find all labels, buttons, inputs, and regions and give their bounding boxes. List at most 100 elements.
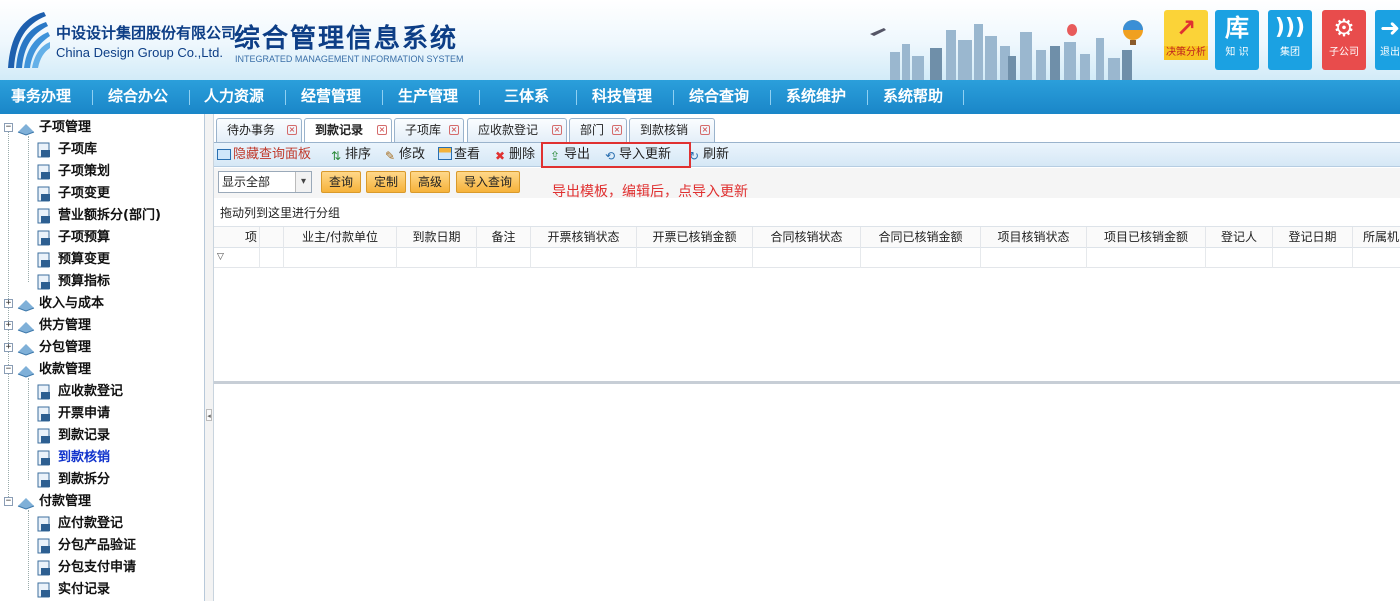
collapse-toggle-icon[interactable]: −	[4, 365, 13, 374]
column-header-project-status[interactable]: 项目核销状态	[981, 227, 1087, 249]
hide-query-panel-button[interactable]: 隐藏查询面板	[217, 143, 311, 167]
library-icon: 库	[1225, 14, 1249, 42]
tab-subitem-lib[interactable]: 子项库 ×	[394, 118, 464, 142]
filter-cell[interactable]	[260, 248, 284, 268]
expand-toggle-icon[interactable]: +	[4, 343, 13, 352]
tree-group-subcontract[interactable]: + 分包管理	[0, 337, 204, 359]
column-header-registrant[interactable]: 登记人	[1206, 227, 1273, 249]
filter-cell[interactable]	[1273, 248, 1353, 268]
edit-button[interactable]: ✎ 修改	[383, 143, 425, 167]
nav-office[interactable]: 综合办公	[108, 80, 168, 114]
column-header-contract-status[interactable]: 合同核销状态	[753, 227, 861, 249]
shortcut-decision-analysis[interactable]: ↗ 决策分析	[1164, 10, 1208, 70]
collapse-toggle-icon[interactable]: −	[4, 123, 13, 132]
column-header-remark[interactable]: 备注	[477, 227, 531, 249]
nav-query[interactable]: 综合查询	[689, 80, 749, 114]
nav-affairs[interactable]: 事务办理	[11, 80, 71, 114]
filter-cell[interactable]	[397, 248, 477, 268]
column-header-payer[interactable]: 业主/付款单位	[284, 227, 397, 249]
refresh-button[interactable]: ↻ 刷新	[687, 143, 729, 167]
close-icon[interactable]: ×	[612, 125, 622, 135]
filter-cell[interactable]	[981, 248, 1087, 268]
close-icon[interactable]: ×	[377, 125, 387, 135]
advanced-button[interactable]: 高级	[410, 171, 451, 193]
nav-business[interactable]: 经营管理	[301, 80, 361, 114]
column-header-item[interactable]: 项	[214, 227, 260, 249]
sort-button[interactable]: ⇅ 排序	[329, 143, 371, 167]
filter-cell[interactable]	[753, 248, 861, 268]
close-icon[interactable]: ×	[700, 125, 710, 135]
delete-button[interactable]: ✖ 删除	[493, 143, 535, 167]
tree-group-payables[interactable]: − 付款管理	[0, 491, 204, 513]
tab-todo[interactable]: 待办事务 ×	[216, 118, 302, 142]
grid-horizontal-scrollbar[interactable]	[214, 381, 1400, 384]
filter-select[interactable]: 显示全部 ▾	[218, 171, 312, 193]
tree-group-income-cost[interactable]: + 收入与成本	[0, 293, 204, 315]
tree-group-receivables[interactable]: − 收款管理	[0, 359, 204, 381]
tab-department[interactable]: 部门 ×	[569, 118, 627, 142]
tree-item-subcontract-payment[interactable]: 分包支付申请	[0, 557, 204, 579]
shortcut-group[interactable]: ))) 集团	[1268, 10, 1312, 70]
tree-item-subitem-change[interactable]: 子项变更	[0, 183, 204, 205]
nav-system-maintenance[interactable]: 系统维护	[786, 80, 846, 114]
sidebar-splitter[interactable]: ◂	[205, 114, 214, 601]
shortcut-knowledge[interactable]: 库 知 识	[1215, 10, 1259, 70]
column-header-invoice-status[interactable]: 开票核销状态	[531, 227, 637, 249]
highlight-annotation-box	[541, 142, 691, 168]
filter-cell[interactable]	[1087, 248, 1206, 268]
nav-hr[interactable]: 人力资源	[204, 80, 264, 114]
nav-technology[interactable]: 科技管理	[592, 80, 652, 114]
header: 中设设计集团股份有限公司 China Design Group Co.,Ltd.…	[0, 0, 1400, 80]
column-header-project-amount[interactable]: 项目已核销金额	[1087, 227, 1206, 249]
column-header-organization[interactable]: 所属机	[1353, 227, 1400, 249]
tree-group-subitem-mgmt[interactable]: − 子项管理	[0, 117, 204, 139]
tree-item-budget-index[interactable]: 预算指标	[0, 271, 204, 293]
filter-cell[interactable]	[637, 248, 753, 268]
tree-item-payment-records[interactable]: 到款记录	[0, 425, 204, 447]
column-header-contract-amount[interactable]: 合同已核销金额	[861, 227, 981, 249]
tree-item-turnover-split[interactable]: 营业额拆分(部门)	[0, 205, 204, 227]
tree-item-budget-change[interactable]: 预算变更	[0, 249, 204, 271]
import-query-button[interactable]: 导入查询	[456, 171, 521, 193]
tree-item-payment-writeoff[interactable]: 到款核销	[0, 447, 204, 469]
filter-cell[interactable]	[284, 248, 397, 268]
tab-payment-writeoff[interactable]: 到款核销 ×	[629, 118, 715, 142]
filter-cell[interactable]	[214, 248, 260, 268]
tree-item-payment-split[interactable]: 到款拆分	[0, 469, 204, 491]
tree-item-subitem-plan[interactable]: 子项策划	[0, 161, 204, 183]
tree-item-invoice-request[interactable]: 开票申请	[0, 403, 204, 425]
tree-item-actual-payments[interactable]: 实付记录	[0, 579, 204, 601]
query-button[interactable]: 查询	[321, 171, 362, 193]
filter-cell[interactable]	[1206, 248, 1273, 268]
expand-toggle-icon[interactable]: +	[4, 321, 13, 330]
tab-payment-records[interactable]: 到款记录 ×	[304, 118, 392, 143]
close-icon[interactable]: ×	[287, 125, 297, 135]
filter-cell[interactable]	[531, 248, 637, 268]
column-header-register-date[interactable]: 登记日期	[1273, 227, 1353, 249]
tab-receivable-register[interactable]: 应收款登记 ×	[467, 118, 567, 142]
tree-item-subitem-lib[interactable]: 子项库	[0, 139, 204, 161]
tree-item-payable-register[interactable]: 应付款登记	[0, 513, 204, 535]
tree-item-subitem-budget[interactable]: 子项预算	[0, 227, 204, 249]
customize-button[interactable]: 定制	[366, 171, 407, 193]
filter-cell[interactable]	[477, 248, 531, 268]
collapse-arrow-icon[interactable]: ◂	[206, 409, 212, 421]
expand-toggle-icon[interactable]: +	[4, 299, 13, 308]
chevron-down-icon[interactable]: ▾	[295, 172, 311, 192]
collapse-toggle-icon[interactable]: −	[4, 497, 13, 506]
nav-help[interactable]: 系统帮助	[883, 80, 943, 114]
nav-three-systems[interactable]: 三体系	[504, 80, 549, 114]
column-header-payment-date[interactable]: 到款日期	[397, 227, 477, 249]
close-icon[interactable]: ×	[449, 125, 459, 135]
tree-item-subcontract-verify[interactable]: 分包产品验证	[0, 535, 204, 557]
column-header-invoice-amount[interactable]: 开票已核销金额	[637, 227, 753, 249]
shortcut-subsidiary[interactable]: ⚙ 子公司	[1322, 10, 1366, 70]
view-button[interactable]: 查看	[438, 143, 480, 167]
shortcut-exit[interactable]: ➜ 退出	[1375, 10, 1400, 70]
nav-production[interactable]: 生产管理	[398, 80, 458, 114]
filter-cell[interactable]	[861, 248, 981, 268]
tree-item-receivable-register[interactable]: 应收款登记	[0, 381, 204, 403]
tree-group-supplier[interactable]: + 供方管理	[0, 315, 204, 337]
document-icon	[37, 208, 50, 224]
close-icon[interactable]: ×	[552, 125, 562, 135]
